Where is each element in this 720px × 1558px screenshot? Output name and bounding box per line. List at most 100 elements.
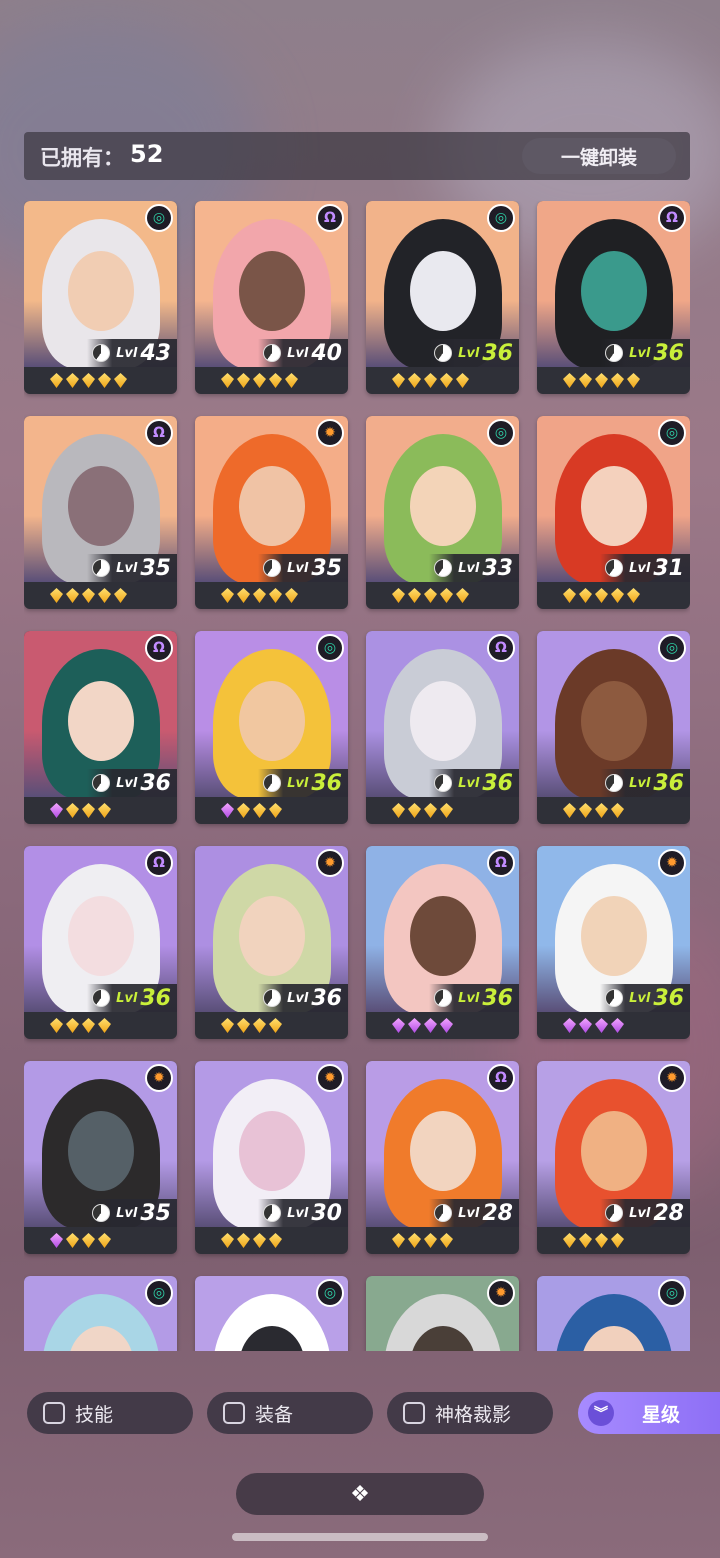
gold-gem-icon [50, 1018, 63, 1033]
gold-gem-icon [563, 803, 576, 818]
hero-face-art [581, 896, 647, 976]
gold-gem-icon [408, 588, 421, 603]
level-prefix: Lvl [287, 990, 309, 1006]
home-indicator[interactable] [232, 1533, 488, 1541]
progress-ring-icon [263, 1204, 282, 1222]
gold-gem-icon [408, 373, 421, 388]
level-value: 30 [311, 1200, 342, 1226]
hero-face-art [581, 681, 647, 761]
hero-card[interactable]: ✹ Lvl 36 [195, 846, 348, 1039]
unequip-all-button[interactable]: 一键卸装 [522, 138, 676, 174]
skill-filter-label: 技能 [75, 1403, 114, 1426]
gold-gem-icon [595, 373, 608, 388]
star-rating [24, 367, 177, 394]
hero-card[interactable]: ◎ [24, 1276, 177, 1351]
star-sort-button[interactable]: ︾ 星级 [578, 1392, 720, 1434]
star-rating [366, 582, 519, 609]
skill-checkbox[interactable] [43, 1402, 65, 1424]
owned-count: 52 [130, 140, 164, 168]
level-value: 28 [482, 1200, 513, 1226]
gold-gem-icon [221, 588, 234, 603]
equipment-checkbox[interactable] [223, 1402, 245, 1424]
level-value: 36 [653, 770, 684, 796]
hero-card[interactable]: ✹ Lvl 36 [537, 846, 690, 1039]
hero-card[interactable]: Ω Lvl 36 [537, 201, 690, 394]
level-value: 36 [482, 985, 513, 1011]
hero-card[interactable]: ✹ Lvl 28 [537, 1061, 690, 1254]
level-value: 36 [653, 985, 684, 1011]
level-prefix: Lvl [116, 345, 138, 361]
hero-card[interactable]: ◎ [537, 1276, 690, 1351]
hero-card[interactable]: ◎ Lvl 36 [537, 631, 690, 824]
hero-portrait: ✹ Lvl 36 [537, 846, 690, 1012]
hero-card[interactable]: Ω Lvl 36 [366, 631, 519, 824]
star-rating [366, 367, 519, 394]
god-shadow-checkbox[interactable] [403, 1402, 425, 1424]
gold-gem-icon [456, 588, 469, 603]
hero-card[interactable]: Ω Lvl 36 [366, 846, 519, 1039]
hero-card[interactable]: ◎ Lvl 36 [366, 201, 519, 394]
gold-gem-icon [627, 588, 640, 603]
skill-filter[interactable]: 技能 [27, 1392, 193, 1434]
gold-gem-icon [627, 373, 640, 388]
star-rating [366, 1227, 519, 1254]
collapse-button[interactable]: ❖ [236, 1473, 484, 1515]
gold-gem-icon [611, 803, 624, 818]
hero-card[interactable]: Ω Lvl 28 [366, 1061, 519, 1254]
hero-card[interactable]: ◎ [195, 1276, 348, 1351]
hero-card[interactable]: Ω Lvl 36 [24, 846, 177, 1039]
gold-gem-icon [440, 803, 453, 818]
equipment-filter[interactable]: 装备 [207, 1392, 373, 1434]
level-prefix: Lvl [116, 1205, 138, 1221]
hero-card[interactable]: Ω Lvl 36 [24, 631, 177, 824]
gold-gem-icon [269, 803, 282, 818]
star-rating [24, 582, 177, 609]
gold-gem-icon [611, 588, 624, 603]
star-rating [366, 797, 519, 824]
purple-gem-icon [424, 1018, 437, 1033]
gold-gem-icon [392, 1233, 405, 1248]
gold-gem-icon [424, 803, 437, 818]
star-rating [195, 582, 348, 609]
hero-card[interactable]: ◎ Lvl 31 [537, 416, 690, 609]
hero-card[interactable]: ✹ Lvl 35 [195, 416, 348, 609]
gold-gem-icon [66, 373, 79, 388]
faction-purple-icon: Ω [145, 634, 173, 662]
faction-orange-icon: ✹ [658, 849, 686, 877]
faction-green-icon: ◎ [658, 419, 686, 447]
hero-card[interactable]: ✹ Lvl 30 [195, 1061, 348, 1254]
hero-portrait: Ω Lvl 36 [366, 846, 519, 1012]
hero-card[interactable]: ◎ Lvl 33 [366, 416, 519, 609]
gold-gem-icon [221, 1018, 234, 1033]
hero-card[interactable]: ✹ Lvl 35 [24, 1061, 177, 1254]
hero-portrait: ✹ Lvl 30 [195, 1061, 348, 1227]
level-prefix: Lvl [458, 1205, 480, 1221]
hero-portrait: Ω Lvl 35 [24, 416, 177, 582]
level-value: 33 [482, 555, 513, 581]
level-badge: Lvl 35 [87, 554, 177, 582]
hero-card[interactable]: ◎ Lvl 43 [24, 201, 177, 394]
gold-gem-icon [440, 373, 453, 388]
hero-card[interactable]: Ω Lvl 40 [195, 201, 348, 394]
level-badge: Lvl 36 [600, 769, 690, 797]
level-badge: Lvl 35 [258, 554, 348, 582]
star-rating [24, 797, 177, 824]
progress-ring-icon [605, 1204, 624, 1222]
hero-card[interactable]: Ω Lvl 35 [24, 416, 177, 609]
hero-card[interactable]: ◎ Lvl 36 [195, 631, 348, 824]
gold-gem-icon [114, 373, 127, 388]
gold-gem-icon [424, 588, 437, 603]
gold-gem-icon [579, 373, 592, 388]
gold-gem-icon [563, 373, 576, 388]
god-shadow-filter[interactable]: 神格裁影 [387, 1392, 553, 1434]
faction-purple-icon: Ω [487, 849, 515, 877]
faction-purple-icon: Ω [316, 204, 344, 232]
level-prefix: Lvl [458, 345, 480, 361]
star-rating [537, 797, 690, 824]
hero-card[interactable]: ✹ [366, 1276, 519, 1351]
gold-gem-icon [579, 1233, 592, 1248]
gold-gem-icon [392, 588, 405, 603]
hero-portrait: Ω Lvl 36 [366, 631, 519, 797]
hero-face-art [68, 1111, 134, 1191]
gold-gem-icon [285, 588, 298, 603]
